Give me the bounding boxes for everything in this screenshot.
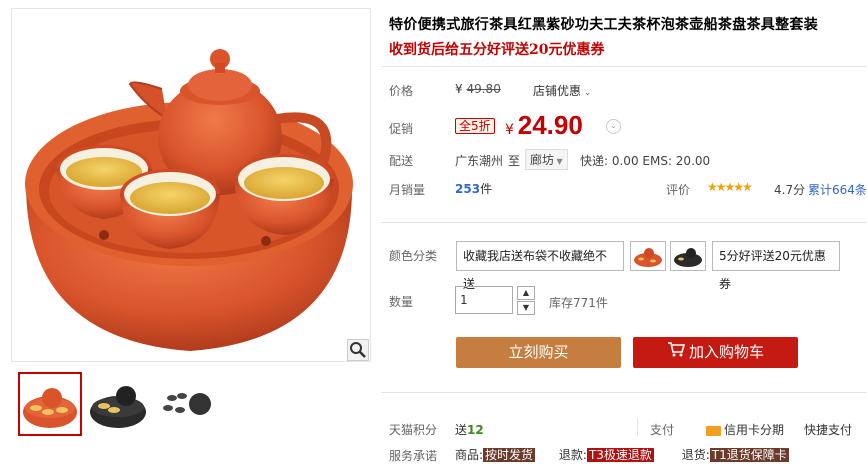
total-reviews-link[interactable]: 累计664条 <box>808 181 867 198</box>
promo-price-value: 24.90 <box>517 110 583 140</box>
points-prefix: 送 <box>455 423 468 437</box>
monthly-sales-unit: 件 <box>480 182 493 196</box>
add-to-cart-label: 加入购物车 <box>688 343 764 361</box>
promo-badge: 全5折 <box>455 117 495 134</box>
caret-down-icon: ▼ <box>554 157 563 166</box>
credit-card-installment[interactable]: 信用卡分期 <box>706 421 784 438</box>
return-label: 退货: <box>681 448 710 462</box>
thumbnail-cups-teapot[interactable] <box>158 372 218 432</box>
delivery-to-word: 至 <box>508 154 521 168</box>
teaset-illustration <box>25 49 353 351</box>
sku-option-coupon[interactable]: 5分好评送20元优惠券 <box>712 241 840 291</box>
service-label: 服务承诺 <box>389 449 438 463</box>
delivery-destination: 廊坊 <box>530 153 555 167</box>
thumbnail-red-teaset[interactable] <box>18 372 82 436</box>
product-title: 特价便携式旅行茶具红黑紫砂功夫工夫茶杯泡茶壶船茶盘茶具整套装 <box>389 17 818 33</box>
add-to-cart-button[interactable]: 加入购物车 <box>633 337 798 368</box>
thumbnail-black-teaset[interactable] <box>88 372 148 432</box>
promo-label: 促销 <box>389 122 414 136</box>
quantity-input[interactable]: 1 <box>455 286 513 314</box>
zoom-icon[interactable] <box>347 339 369 361</box>
credit-card-label: 信用卡分期 <box>724 423 785 437</box>
service-promises: 商品: 按时发货 退款: T3极速退款 退货: T1退货保障卡 <box>455 446 789 463</box>
divider <box>381 392 867 393</box>
footer-divider <box>637 418 638 436</box>
promo-expand-icon[interactable]: ⌄ <box>606 119 621 134</box>
quantity-decrease-button[interactable]: ▼ <box>517 301 535 315</box>
divider <box>381 222 867 223</box>
stock-count: 库存771件 <box>549 296 608 310</box>
sku-option-bag[interactable]: 收藏我店送布袋不收藏绝不送 <box>456 241 624 291</box>
payment-label: 支付 <box>650 423 675 437</box>
monthly-sales: 253件 <box>455 180 492 197</box>
delivery-label: 配送 <box>389 154 414 168</box>
monthly-sales-label: 月销量 <box>389 183 426 197</box>
divider <box>381 66 867 67</box>
sku-option-black-teaset[interactable] <box>670 241 706 271</box>
original-price-value: 49.80 <box>466 82 501 96</box>
delivery-destination-select[interactable]: 廊坊 ▼ <box>525 149 568 170</box>
fast-refund-badge[interactable]: T3极速退款 <box>586 448 654 462</box>
quantity-increase-button[interactable]: ▲ <box>517 286 535 300</box>
original-price: ¥ 49.80 <box>455 82 501 96</box>
delivery-fees: 快递: 0.00 EMS: 20.00 <box>580 154 711 168</box>
color-category-label: 颜色分类 <box>389 249 438 263</box>
quantity-label: 数量 <box>389 295 414 309</box>
main-product-image[interactable] <box>11 8 371 362</box>
refund-label: 退款: <box>558 448 587 462</box>
goods-label: 商品: <box>455 448 484 462</box>
chevron-down-icon: ⌄ <box>581 88 592 98</box>
points-value: 12 <box>467 423 484 437</box>
product-subtitle: 收到货后给五分好评送20元优惠券 <box>389 42 605 58</box>
shop-discount-dropdown[interactable]: 店铺优惠 ⌄ <box>533 82 591 99</box>
tmall-points-label: 天猫积分 <box>389 423 438 437</box>
rating-label: 评价 <box>666 183 691 197</box>
credit-card-icon <box>706 425 721 436</box>
cart-icon <box>667 337 686 368</box>
shop-discount-label: 店铺优惠 <box>533 84 582 98</box>
fast-pay[interactable]: 快捷支付 <box>804 421 852 438</box>
monthly-sales-count: 253 <box>455 182 481 196</box>
currency-symbol: ¥ <box>455 82 463 96</box>
discount-badge: 全5折 <box>455 118 495 134</box>
buy-now-button[interactable]: 立刻购买 <box>456 337 621 368</box>
promo-price: ¥ 24.90 <box>505 110 583 141</box>
tmall-points: 送12 <box>455 421 484 438</box>
rating-stars-icon: ★★★★★ <box>707 180 753 194</box>
promo-currency: ¥ <box>505 122 514 138</box>
sku-option-red-teaset[interactable] <box>630 241 666 271</box>
price-label: 价格 <box>389 84 414 98</box>
rating-score: 4.7分 <box>774 183 806 197</box>
delivery-from: 广东潮州 <box>455 154 504 168</box>
return-guarantee-badge[interactable]: T1退货保障卡 <box>709 448 789 462</box>
on-time-delivery-badge[interactable]: 按时发货 <box>483 448 536 462</box>
